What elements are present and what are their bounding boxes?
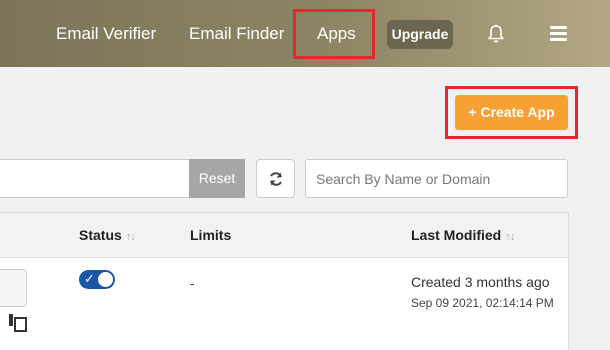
nav-apps-link[interactable]: Apps bbox=[317, 0, 356, 67]
column-header-last-modified-label: Last Modified bbox=[411, 227, 502, 243]
nav-email-verifier-link[interactable]: Email Verifier bbox=[56, 0, 156, 67]
filter-input[interactable] bbox=[0, 159, 190, 198]
reset-button[interactable]: Reset bbox=[189, 159, 245, 198]
copy-icon[interactable] bbox=[9, 314, 29, 334]
app-name-cell-partial bbox=[0, 269, 27, 307]
checkmark-icon: ✓ bbox=[84, 271, 95, 286]
hamburger-menu-icon[interactable] bbox=[550, 26, 567, 41]
bell-icon[interactable] bbox=[487, 24, 505, 44]
refresh-icon bbox=[270, 172, 282, 186]
sort-icon[interactable]: ↑↓ bbox=[126, 231, 136, 243]
search-input[interactable] bbox=[305, 159, 568, 198]
column-header-status[interactable]: Status ↑↓ bbox=[79, 227, 136, 243]
refresh-button[interactable] bbox=[256, 159, 295, 198]
sort-icon[interactable]: ↑↓ bbox=[505, 231, 515, 243]
toggle-knob bbox=[98, 272, 113, 287]
nav-email-finder-link[interactable]: Email Finder bbox=[189, 0, 284, 67]
column-header-last-modified[interactable]: Last Modified ↑↓ bbox=[411, 227, 515, 243]
created-relative-time: Created 3 months ago bbox=[411, 274, 550, 290]
modified-timestamp: Sep 09 2021, 02:14:14 PM bbox=[411, 296, 554, 310]
limits-value: - bbox=[190, 276, 195, 291]
column-header-limits: Limits bbox=[190, 227, 231, 243]
column-header-limits-label: Limits bbox=[190, 227, 232, 243]
column-header-status-label: Status bbox=[79, 227, 122, 243]
upgrade-button[interactable]: Upgrade bbox=[387, 20, 453, 49]
create-app-button[interactable]: + Create App bbox=[455, 95, 568, 130]
status-toggle[interactable]: ✓ bbox=[79, 270, 115, 289]
